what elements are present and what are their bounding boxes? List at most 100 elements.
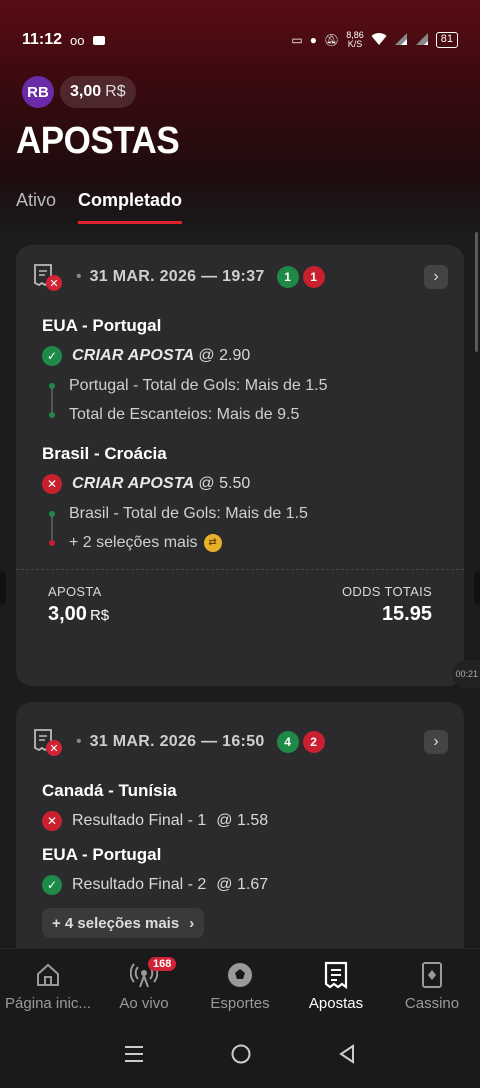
balance-currency: R$ bbox=[105, 83, 126, 100]
video-icon bbox=[92, 35, 105, 45]
status-bar: 11:12 oo ▭ ● 🔕︎ 8,86 K/S 81 bbox=[0, 0, 480, 80]
battery-icon: 81 bbox=[435, 32, 458, 48]
selection-row: ✕ Resultado Final - 1 @ 1.58 bbox=[16, 806, 464, 836]
bet-card-header: ✕ • 31 MAR. 2026 — 19:37 1 1 › bbox=[16, 259, 464, 295]
signal-icon-2 bbox=[415, 32, 429, 49]
receipt-icon: ✕ bbox=[32, 263, 62, 291]
nav-item-casino[interactable]: Cassino bbox=[384, 949, 480, 1024]
side-handle-left bbox=[0, 572, 6, 604]
bet-card-header: ✕ • 31 MAR. 2026 — 16:50 4 2 › bbox=[16, 724, 464, 760]
back-icon[interactable] bbox=[337, 1043, 357, 1070]
x-icon: ✕ bbox=[42, 811, 62, 831]
bet-card[interactable]: ✕ • 31 MAR. 2026 — 19:37 1 1 › EUA - Por… bbox=[16, 245, 464, 686]
nav-label: Apostas bbox=[308, 995, 364, 1012]
bet-builder-label: CRIAR APOSTA bbox=[72, 475, 195, 492]
receipt-icon: ✕ bbox=[32, 728, 62, 756]
selection-odds: @ 2.90 bbox=[198, 347, 251, 364]
wifi-icon bbox=[371, 32, 387, 49]
tab-completado[interactable]: Completado bbox=[78, 190, 183, 224]
chevron-right-icon[interactable]: › bbox=[424, 265, 448, 289]
win-count-badge: 4 bbox=[276, 731, 299, 753]
signal-icon bbox=[394, 32, 408, 49]
nav-item-live[interactable]: 168 Ao vivo bbox=[96, 949, 192, 1024]
scrollbar[interactable] bbox=[475, 232, 478, 352]
loss-count-badge: 2 bbox=[302, 731, 325, 753]
home-button-icon[interactable] bbox=[230, 1043, 252, 1070]
betslip-icon bbox=[322, 961, 350, 989]
bet-date: 31 MAR. 2026 — 19:37 bbox=[89, 268, 265, 285]
network-speed: 8,86 K/S bbox=[346, 30, 364, 49]
match-title: Canadá - Tunísia bbox=[42, 781, 177, 800]
page-title: APOSTAS bbox=[16, 120, 180, 162]
nav-item-sports[interactable]: Esportes bbox=[192, 949, 288, 1024]
selection-odds: @ 1.58 bbox=[216, 812, 269, 829]
separator-dot: • bbox=[76, 268, 82, 285]
nav-label: Ao vivo bbox=[119, 995, 169, 1012]
leg-status-dot bbox=[49, 382, 55, 389]
separator-dot: • bbox=[76, 733, 82, 750]
chevron-right-icon[interactable]: › bbox=[424, 730, 448, 754]
live-count-badge: 168 bbox=[148, 957, 177, 971]
cards-icon bbox=[418, 961, 446, 989]
avatar[interactable]: RB bbox=[22, 76, 54, 108]
boost-coin-icon: ⇄ bbox=[203, 533, 222, 552]
leg-item: + 2 seleções mais ⇄ bbox=[16, 528, 464, 557]
bet-card[interactable]: ✕ • 31 MAR. 2026 — 16:50 4 2 › Canadá - … bbox=[16, 702, 464, 948]
nav-label: Cassino bbox=[404, 995, 460, 1012]
selection-name: Resultado Final - 2 bbox=[72, 876, 207, 893]
voicemail-icon: oo bbox=[70, 32, 85, 48]
more-selections-button[interactable]: + 4 seleções mais › bbox=[42, 908, 205, 938]
lost-x-icon: ✕ bbox=[46, 275, 62, 291]
total-odds-label: ODDS TOTAIS bbox=[342, 584, 432, 599]
total-odds-value: 15.95 bbox=[381, 603, 432, 625]
leg-item: Total de Escanteios: Mais de 9.5 bbox=[16, 400, 464, 429]
location-icon: ● bbox=[309, 33, 317, 47]
bet-totals: APOSTA 3,00 R$ ODDS TOTAIS 15.95 bbox=[16, 570, 464, 626]
leg-item: Portugal - Total de Gols: Mais de 1.5 bbox=[16, 371, 464, 400]
match-title: EUA - Portugal bbox=[42, 845, 162, 864]
loss-count-badge: 1 bbox=[302, 266, 325, 288]
balance-pill[interactable]: 3,00 R$ bbox=[60, 76, 136, 108]
leg-status-dot bbox=[49, 510, 55, 517]
bet-builder-row: ✓ CRIAR APOSTA @ 2.90 bbox=[16, 341, 464, 371]
stake-value: 3,00 R$ bbox=[48, 603, 110, 625]
x-icon: ✕ bbox=[42, 474, 62, 494]
bet-builder-row: ✕ CRIAR APOSTA @ 5.50 bbox=[16, 469, 464, 499]
side-handle-right bbox=[474, 572, 480, 604]
stake-label: APOSTA bbox=[48, 584, 102, 599]
selection-row: ✓ Resultado Final - 2 @ 1.67 bbox=[16, 870, 464, 900]
leg-status-dot bbox=[49, 411, 55, 418]
selection-name: Resultado Final - 1 bbox=[72, 812, 207, 829]
home-icon bbox=[34, 961, 62, 989]
selection-odds: @ 1.67 bbox=[216, 876, 269, 893]
check-icon: ✓ bbox=[42, 346, 62, 366]
status-time: 11:12 bbox=[22, 31, 63, 48]
nav-item-bets[interactable]: Apostas bbox=[288, 949, 384, 1024]
bet-date: 31 MAR. 2026 — 16:50 bbox=[89, 733, 265, 750]
nav-item-home[interactable]: Página inic... bbox=[0, 949, 96, 1024]
balance-value: 3,00 bbox=[70, 83, 102, 100]
leg-status-dot bbox=[49, 539, 55, 546]
check-icon: ✓ bbox=[42, 875, 62, 895]
mute-icon: 🔕︎ bbox=[323, 33, 340, 47]
cast-icon: ▭ bbox=[291, 33, 303, 47]
tab-ativo[interactable]: Ativo bbox=[16, 190, 56, 224]
nav-label: Esportes bbox=[210, 995, 270, 1012]
soccer-ball-icon bbox=[226, 961, 254, 989]
account-row[interactable]: RB 3,00 R$ bbox=[22, 76, 136, 108]
recent-apps-icon[interactable] bbox=[123, 1044, 145, 1069]
leg-item: Brasil - Total de Gols: Mais de 1.5 bbox=[16, 499, 464, 528]
bet-builder-label: CRIAR APOSTA bbox=[72, 347, 195, 364]
win-count-badge: 1 bbox=[276, 266, 299, 288]
tabs: Ativo Completado bbox=[16, 190, 183, 224]
bottom-nav: Página inic... 168 Ao vivo Esportes Apos… bbox=[0, 948, 480, 1024]
timer-chip[interactable]: 00:21 bbox=[452, 660, 480, 688]
selection-odds: @ 5.50 bbox=[198, 475, 251, 492]
lost-x-icon: ✕ bbox=[46, 740, 62, 756]
bets-list[interactable]: ✕ • 31 MAR. 2026 — 19:37 1 1 › EUA - Por… bbox=[0, 232, 480, 948]
match-title: Brasil - Croácia bbox=[42, 444, 167, 463]
chevron-right-icon: › bbox=[189, 914, 195, 932]
system-nav-bar bbox=[0, 1024, 480, 1088]
nav-label: Página inic... bbox=[5, 995, 91, 1012]
match-title: EUA - Portugal bbox=[42, 316, 162, 335]
